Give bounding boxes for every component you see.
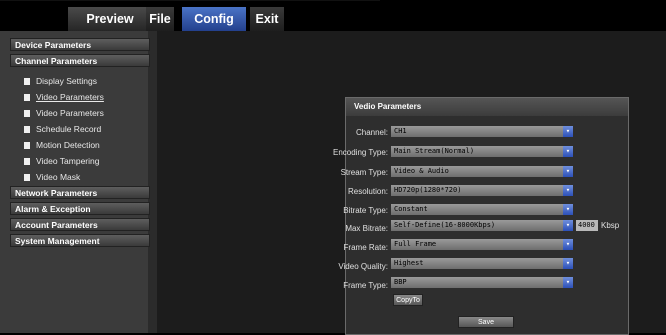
sidebar-section-system[interactable]: System Management [10, 234, 150, 247]
bitrate-unit: Kbsp [601, 221, 620, 230]
channel-select[interactable]: CH1 ▾ [391, 126, 573, 137]
bitrate-type-select[interactable]: Constant ▾ [391, 204, 573, 215]
bitrate-input[interactable]: 4000 [576, 220, 598, 231]
sidebar-item-video-parameters[interactable]: Video Parameters [24, 90, 104, 104]
sidebar-item-label: Video Parameters [36, 92, 104, 102]
sidebar-item-video-tampering[interactable]: Video Tampering [24, 154, 99, 168]
frame-type-select[interactable]: BBP ▾ [391, 277, 573, 288]
frame-type-value: BBP [394, 278, 407, 286]
resolution-select[interactable]: HD720p(1280*720) ▾ [391, 185, 573, 196]
max-bitrate-value: Self-Define(16-8000Kbps) [394, 221, 496, 229]
chevron-down-icon[interactable]: ▾ [563, 146, 573, 157]
tab-preview[interactable]: Preview [68, 7, 152, 31]
document-icon [24, 174, 30, 181]
stream-type-label: Stream Type: [340, 168, 388, 177]
copy-to-button[interactable]: CopyTo [393, 294, 423, 306]
encoding-type-select[interactable]: Main Stream(Normal) ▾ [391, 146, 573, 157]
sidebar-item-label: Schedule Record [36, 124, 102, 134]
sidebar-item-video-parameters-2[interactable]: Video Parameters [24, 106, 104, 120]
panel-title: Vedio Parameters [346, 98, 628, 116]
logo-strip [0, 0, 380, 1]
chevron-down-icon[interactable]: ▾ [563, 220, 573, 231]
chevron-down-icon[interactable]: ▾ [563, 239, 573, 250]
stream-type-select[interactable]: Video & Audio ▾ [391, 166, 573, 177]
video-quality-select[interactable]: Highest ▾ [391, 258, 573, 269]
chevron-down-icon[interactable]: ▾ [563, 204, 573, 215]
encoding-type-value: Main Stream(Normal) [394, 147, 475, 155]
sidebar-item-label: Video Parameters [36, 108, 104, 118]
tab-file[interactable]: File [146, 7, 174, 31]
frame-rate-value: Full Frame [394, 240, 437, 248]
encoding-type-label: Encoding Type: [332, 148, 388, 157]
frame-rate-label: Frame Rate: [343, 243, 388, 252]
bitrate-type-label: Bitrate Type: [343, 206, 388, 215]
sidebar-item-label: Motion Detection [36, 140, 100, 150]
frame-type-label: Frame Type: [343, 281, 388, 290]
resolution-value: HD720p(1280*720) [394, 186, 462, 194]
channel-select-value: CH1 [394, 127, 407, 135]
chevron-down-icon[interactable]: ▾ [563, 166, 573, 177]
resolution-label: Resolution: [347, 187, 388, 196]
video-quality-label: Video Quality: [338, 262, 388, 271]
document-icon [24, 158, 30, 165]
document-icon [24, 78, 30, 85]
sidebar-item-label: Display Settings [36, 76, 97, 86]
sidebar-section-device[interactable]: Device Parameters [10, 38, 150, 51]
chevron-down-icon[interactable]: ▾ [563, 185, 573, 196]
sidebar-item-schedule-record[interactable]: Schedule Record [24, 122, 101, 136]
save-button[interactable]: Save [458, 316, 514, 328]
top-nav-bar: Preview File Config Exit [0, 0, 666, 31]
sidebar-edge [148, 31, 157, 333]
sidebar-item-label: Video Mask [36, 172, 81, 182]
sidebar-section-network[interactable]: Network Parameters [10, 186, 150, 199]
sidebar-item-display-settings[interactable]: Display Settings [24, 74, 97, 88]
sidebar-item-label: Video Tampering [36, 156, 100, 166]
chevron-down-icon[interactable]: ▾ [563, 126, 573, 137]
sidebar: Device Parameters Channel Parameters Dis… [0, 31, 157, 333]
max-bitrate-label: Max Bitrate: [345, 224, 388, 233]
document-icon [24, 94, 30, 101]
sidebar-section-alarm[interactable]: Alarm & Exception [10, 202, 150, 215]
max-bitrate-select[interactable]: Self-Define(16-8000Kbps) ▾ [391, 220, 573, 231]
document-icon [24, 110, 30, 117]
video-quality-value: Highest [394, 259, 424, 267]
sidebar-section-channel[interactable]: Channel Parameters [10, 54, 150, 67]
chevron-down-icon[interactable]: ▾ [563, 277, 573, 288]
sidebar-section-account[interactable]: Account Parameters [10, 218, 150, 231]
channel-label: Channel: [355, 128, 388, 137]
document-icon [24, 126, 30, 133]
sidebar-item-motion-detection[interactable]: Motion Detection [24, 138, 100, 152]
chevron-down-icon[interactable]: ▾ [563, 258, 573, 269]
tab-exit[interactable]: Exit [250, 7, 284, 31]
bitrate-type-value: Constant [394, 205, 428, 213]
document-icon [24, 142, 30, 149]
tab-config[interactable]: Config [182, 7, 246, 31]
frame-rate-select[interactable]: Full Frame ▾ [391, 239, 573, 250]
sidebar-item-video-mask[interactable]: Video Mask [24, 170, 80, 184]
stream-type-value: Video & Audio [394, 167, 449, 175]
